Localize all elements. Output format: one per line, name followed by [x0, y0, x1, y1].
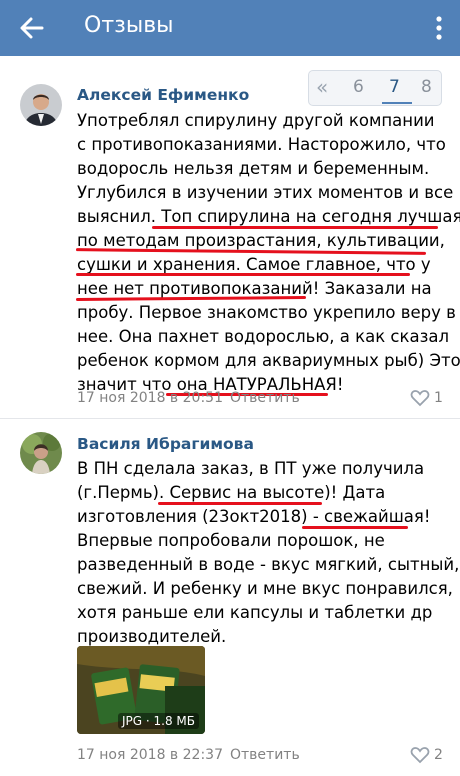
heart-icon[interactable] [410, 746, 430, 764]
top-bar: Отзывы [0, 0, 460, 56]
kebab-menu-icon[interactable] [424, 12, 454, 44]
avatar-photo [20, 432, 62, 474]
comment-text-line: нее. Она пахнет водорослью, а как сказал [77, 327, 450, 346]
comment-date: 17 ноя 2018 в 20:51 [77, 390, 223, 406]
highlight-underline [152, 226, 438, 229]
attachment-photo[interactable]: JPG · 1.8 МБ [77, 646, 205, 734]
comment-text-line: Впервые попробовали порошок, не [77, 531, 385, 550]
avatar[interactable] [20, 84, 62, 126]
heart-icon[interactable] [410, 389, 430, 407]
comment-text-line: с противопоказаниями. Насторожило, что [77, 135, 446, 154]
pager-page-7-current[interactable]: 7 [389, 77, 400, 97]
comment-author[interactable]: Василя Ибрагимова [77, 435, 254, 453]
like-count: 1 [434, 390, 443, 406]
avatar-photo [20, 84, 62, 126]
pager-prev-button[interactable]: « [316, 75, 328, 99]
comment-date: 17 ноя 2018 в 22:37 [77, 747, 223, 763]
pager-page-6[interactable]: 6 [353, 77, 364, 97]
highlight-underline [76, 273, 410, 276]
comment-author[interactable]: Алексей Ефименко [77, 86, 249, 104]
comment-text-line: Углубился в изучении этих моментов и все [77, 183, 454, 202]
comment-text-line: ребенок кормом для аквариумных рыб) Это [77, 351, 460, 370]
comment-text-line: В ПН сделала заказ, в ПТ уже получила [77, 459, 425, 478]
page-title: Отзывы [84, 13, 174, 38]
comment-text-line: водоросль нельзя детям и беременным. [77, 159, 430, 178]
highlight-underline [302, 526, 408, 529]
arrow-left-icon[interactable] [14, 10, 50, 46]
pager-page-8[interactable]: 8 [421, 77, 432, 97]
comment-text-line: разведенный в воде - вкус мягкий, сытный… [77, 555, 460, 574]
highlight-underline [158, 502, 322, 505]
divider [0, 418, 460, 419]
reply-button[interactable]: Ответить [230, 747, 300, 763]
pagination: « 6 7 8 [308, 70, 442, 106]
avatar[interactable] [20, 432, 62, 474]
comment-text-line: хотя раньше ели капсулы и таблетки др [77, 603, 433, 622]
pager-current-indicator [382, 102, 412, 104]
comment-text-line: свежий. И ребенку и мне вкус понравился, [77, 579, 453, 598]
attachment-info: JPG · 1.8 МБ [117, 713, 199, 729]
reply-button[interactable]: Ответить [230, 390, 300, 406]
like-count: 2 [434, 747, 443, 763]
comment-text-line: пробу. Первое знакомство укрепило веру в [77, 303, 456, 322]
comment-text-line: Употреблял спирулину другой компании [77, 111, 435, 130]
